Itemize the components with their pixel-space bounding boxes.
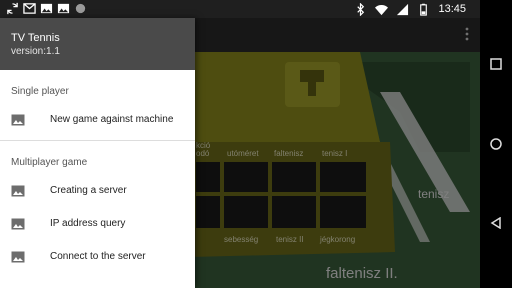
image-icon (11, 185, 25, 196)
app-version: version:1.1 (11, 46, 60, 57)
wifi-icon (375, 4, 389, 15)
menu-item-label: Creating a server (50, 185, 127, 196)
image-icon (11, 251, 25, 262)
menu-item-ip-address-query[interactable]: IP address query (0, 207, 195, 240)
gmail-icon (23, 3, 36, 14)
system-nav-bar (480, 0, 512, 288)
home-icon[interactable] (490, 138, 502, 150)
menu-item-label: Connect to the server (50, 251, 146, 262)
image-icon (40, 3, 53, 14)
menu-item-label: IP address query (50, 218, 126, 229)
image-icon (11, 218, 25, 229)
circle-icon (75, 3, 86, 14)
sync-icon (7, 2, 18, 15)
system-icons: 13:45 (354, 2, 466, 16)
screen: 13:45 kció odó utóméret faltenisz tenisz… (0, 0, 512, 288)
menu-item-connect-to-the-server[interactable]: Connect to the server (0, 240, 195, 273)
signal-icon (397, 3, 409, 15)
section-header-single-player: Single player (11, 86, 69, 97)
image-icon (11, 114, 25, 125)
battery-icon (420, 3, 428, 16)
app-title: TV Tennis (11, 32, 60, 44)
menu-item-new-game-against-machine[interactable]: New game against machine (0, 103, 195, 136)
navigation-drawer: TV Tennis version:1.1 Single player New … (0, 18, 195, 288)
clock: 13:45 (438, 3, 466, 15)
drawer-header: TV Tennis version:1.1 (0, 18, 195, 70)
recents-icon[interactable] (490, 58, 502, 70)
bluetooth-icon (357, 2, 365, 16)
menu-item-label: New game against machine (50, 114, 174, 125)
menu-item-creating-a-server[interactable]: Creating a server (0, 174, 195, 207)
image-icon (57, 3, 70, 14)
section-header-multiplayer: Multiplayer game (11, 157, 88, 168)
back-icon[interactable] (490, 217, 502, 229)
status-bar: 13:45 (0, 0, 480, 18)
notification-icons (6, 2, 87, 15)
